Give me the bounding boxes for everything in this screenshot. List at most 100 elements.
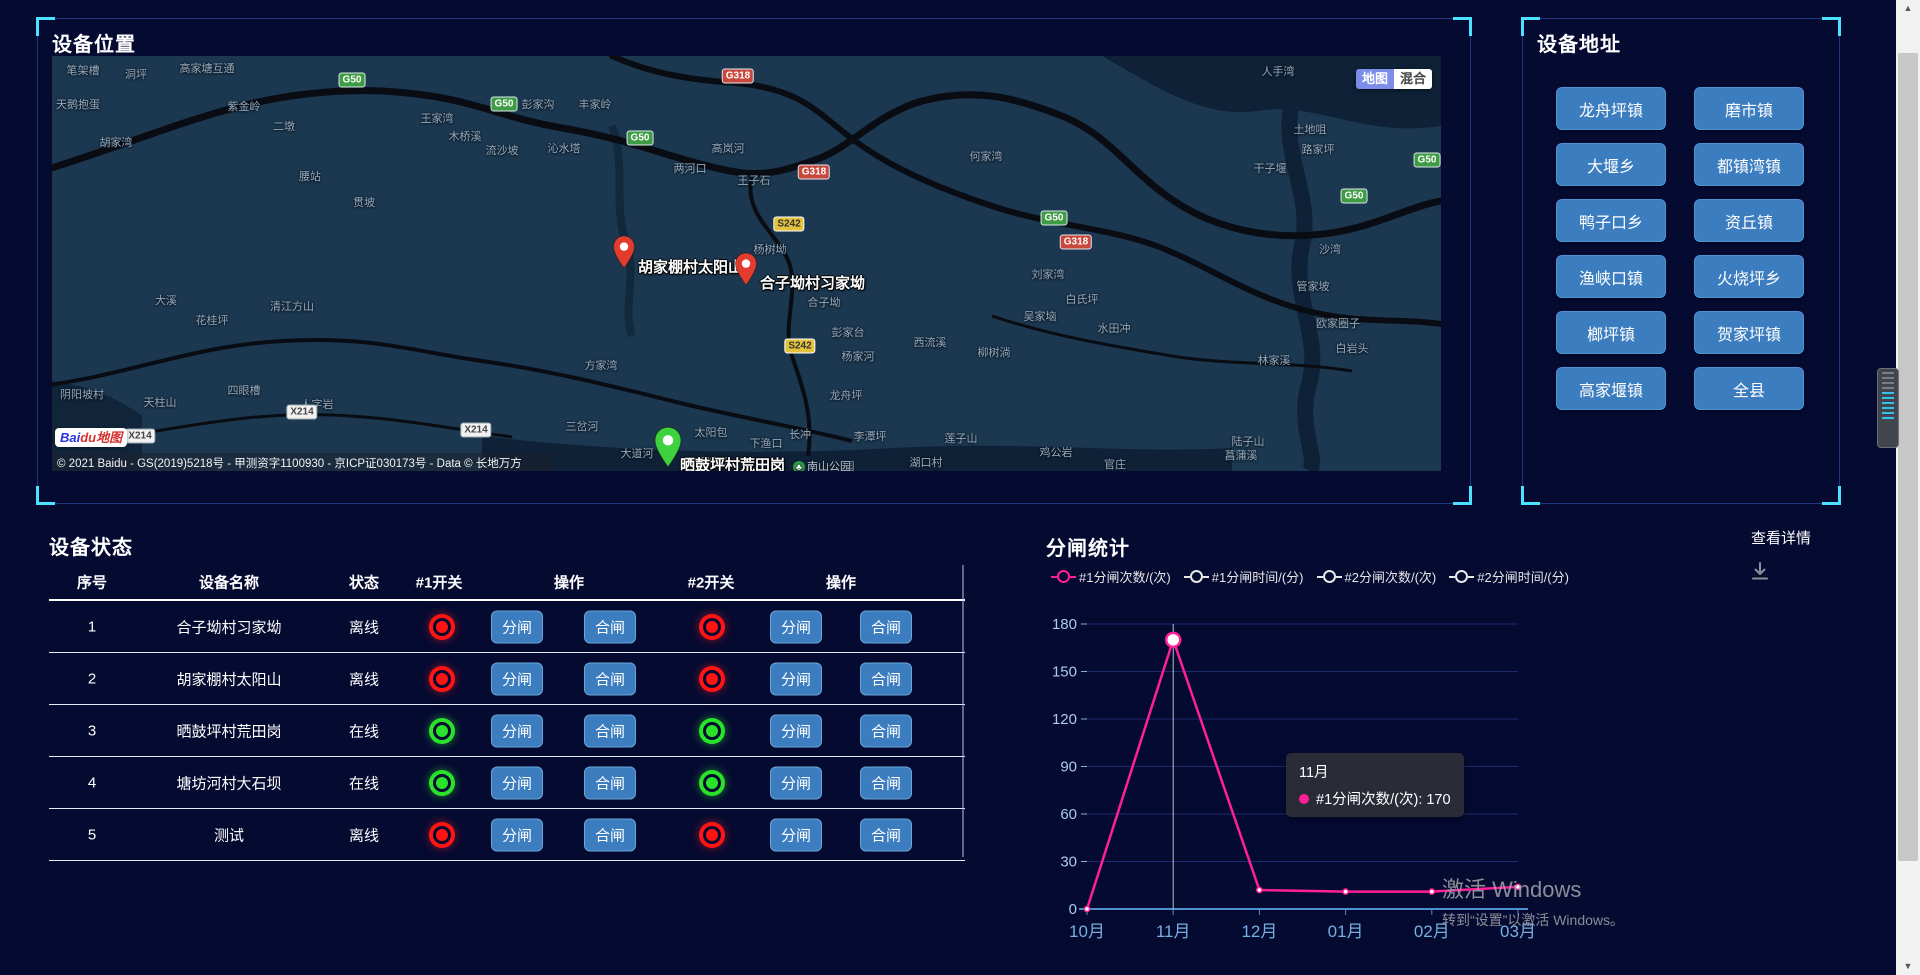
data-point: [1084, 906, 1089, 911]
address-button[interactable]: 都镇湾镇: [1694, 143, 1804, 186]
road-shield-g50: G50: [1041, 211, 1068, 226]
address-button[interactable]: 大堰乡: [1556, 143, 1666, 186]
data-point: [1257, 887, 1262, 892]
switch2-open-button[interactable]: 分闸: [770, 818, 822, 851]
scrollbar-thumb[interactable]: [1898, 53, 1918, 861]
corner-decoration: [1822, 486, 1841, 505]
address-button[interactable]: 龙舟坪镇: [1556, 87, 1666, 130]
road-shield-x214: X214: [286, 405, 317, 420]
switch2-open-button[interactable]: 分闸: [770, 662, 822, 695]
x-axis-label: 11月: [1156, 922, 1191, 941]
switch1-open-button[interactable]: 分闸: [491, 818, 543, 851]
address-button[interactable]: 渔峡口镇: [1556, 255, 1666, 298]
switch1-close-button[interactable]: 合闸: [584, 714, 636, 747]
scrollbar[interactable]: ▲ ▼: [1896, 0, 1920, 975]
switch2-close-button[interactable]: 合闸: [860, 818, 912, 851]
scrollbar-down-arrow[interactable]: ▼: [1896, 958, 1920, 975]
scroll-widget-stripe: [1882, 407, 1894, 409]
switch1-indicator-red: [433, 826, 451, 844]
switch1-close-button[interactable]: 合闸: [584, 662, 636, 695]
address-button[interactable]: 贺家坪镇: [1694, 311, 1804, 354]
cell-status: 在线: [336, 720, 392, 741]
data-point: [1429, 889, 1434, 894]
road-shield-g50: G50: [339, 73, 366, 88]
y-axis-label: 60: [1060, 806, 1077, 823]
legend-item[interactable]: #2分闸时间/(分): [1449, 567, 1569, 586]
switch2-indicator-red: [703, 618, 721, 636]
legend-label: #2分闸次数/(次): [1345, 567, 1437, 586]
device-map-pin-label: 晒鼓坪村荒田岗: [680, 454, 785, 471]
windows-activation-watermark: 激活 Windows 转到“设置”以激活 Windows。: [1442, 872, 1624, 930]
cell-device-name: 胡家棚村太阳山: [135, 668, 323, 689]
legend-marker: [1184, 570, 1209, 583]
table-row: 4 塘坊河村大石坝在线 分闸 合闸 分闸 合闸: [49, 757, 965, 809]
map-type-map-button[interactable]: 地图: [1356, 69, 1394, 89]
switch1-close-button[interactable]: 合闸: [584, 766, 636, 799]
table-row: 1合子坳村习家坳离线分闸合闸分闸合闸: [49, 601, 965, 653]
cell-index: 1: [59, 618, 125, 635]
switch2-indicator-red: [703, 670, 721, 688]
address-button[interactable]: 鸭子口乡: [1556, 199, 1666, 242]
switch2-open-button[interactable]: 分闸: [770, 610, 822, 643]
scroll-indicator-widget[interactable]: [1877, 368, 1899, 448]
download-icon[interactable]: [1749, 560, 1771, 582]
device-map-pin-label: 合子坳村习家坳: [760, 272, 865, 293]
switch2-close-button[interactable]: 合闸: [860, 610, 912, 643]
cell-index: 5: [59, 826, 125, 843]
scroll-widget-stripe: [1882, 412, 1894, 414]
road-shield-g318: G318: [1060, 235, 1092, 250]
legend-item[interactable]: #1分闸次数/(次): [1051, 567, 1171, 586]
address-button[interactable]: 火烧坪乡: [1694, 255, 1804, 298]
legend-item[interactable]: #1分闸时间/(分): [1184, 567, 1304, 586]
switch1-close-button[interactable]: 合闸: [584, 610, 636, 643]
cell-index: 4: [59, 774, 125, 791]
switch2-close-button[interactable]: 合闸: [860, 766, 912, 799]
legend-item[interactable]: #2分闸次数/(次): [1317, 567, 1437, 586]
baidu-logo-text: du: [80, 430, 96, 445]
table-column-header: 操作: [786, 572, 896, 593]
switch1-indicator-red: [433, 618, 451, 636]
device-map-pin[interactable]: [612, 235, 636, 274]
address-button[interactable]: 资丘镇: [1694, 199, 1804, 242]
map-water: [482, 436, 1232, 471]
table-row: 2胡家棚村太阳山离线分闸合闸分闸合闸: [49, 653, 965, 705]
switch1-open-button[interactable]: 分闸: [491, 662, 543, 695]
tooltip-title: 11月: [1299, 761, 1451, 782]
cell-device-name: 塘坊河村大石坝: [135, 772, 323, 793]
cell-status: 在线: [336, 772, 392, 793]
switch1-open-button[interactable]: 分闸: [491, 714, 543, 747]
address-button[interactable]: 磨市镇: [1694, 87, 1804, 130]
watermark-line1: 激活 Windows: [1442, 872, 1624, 904]
map-road-g50: [52, 91, 1441, 236]
baidu-map[interactable]: 笔架槽洞坪天鹅抱蛋胡家湾高家塘互通紫金岭二墩王家湾彭家沟丰家岭木桥溪流沙坡沁水塔…: [52, 56, 1441, 471]
switch1-open-button[interactable]: 分闸: [491, 610, 543, 643]
switch2-close-button[interactable]: 合闸: [860, 662, 912, 695]
trip-statistics-title: 分闸统计: [1046, 532, 1130, 561]
legend-label: #2分闸时间/(分): [1477, 567, 1569, 586]
device-map-pin[interactable]: [653, 426, 683, 471]
switch1-open-button[interactable]: 分闸: [491, 766, 543, 799]
switch2-close-button[interactable]: 合闸: [860, 714, 912, 747]
switch2-open-button[interactable]: 分闸: [770, 766, 822, 799]
corner-decoration: [36, 486, 55, 505]
address-button[interactable]: 榔坪镇: [1556, 311, 1666, 354]
address-button[interactable]: 高家堰镇: [1556, 367, 1666, 410]
table-column-header: #1开关: [404, 572, 474, 593]
legend-label: #1分闸次数/(次): [1079, 567, 1171, 586]
cell-index: 3: [59, 722, 125, 739]
address-button[interactable]: 全县: [1694, 367, 1804, 410]
switch1-close-button[interactable]: 合闸: [584, 818, 636, 851]
device-address-title: 设备地址: [1537, 28, 1621, 57]
y-axis-label: 120: [1052, 711, 1077, 728]
device-status-section: 设备状态 序号设备名称状态#1开关操作#2开关操作 1合子坳村习家坳离线分闸合闸…: [49, 531, 971, 836]
switch2-open-button[interactable]: 分闸: [770, 714, 822, 747]
switch2-indicator-green: [703, 722, 721, 740]
map-type-hybrid-button[interactable]: 混合: [1394, 69, 1432, 89]
view-details-link[interactable]: 查看详情: [1751, 527, 1811, 548]
device-map-pin[interactable]: [734, 252, 758, 291]
scrollbar-up-arrow[interactable]: ▲: [1896, 0, 1920, 17]
map-road-minor: [992, 316, 1352, 371]
table-column-header: 序号: [59, 572, 125, 593]
chart-tooltip: 11月 #1分闸次数/(次): 170: [1286, 753, 1464, 817]
corner-decoration: [1453, 486, 1472, 505]
